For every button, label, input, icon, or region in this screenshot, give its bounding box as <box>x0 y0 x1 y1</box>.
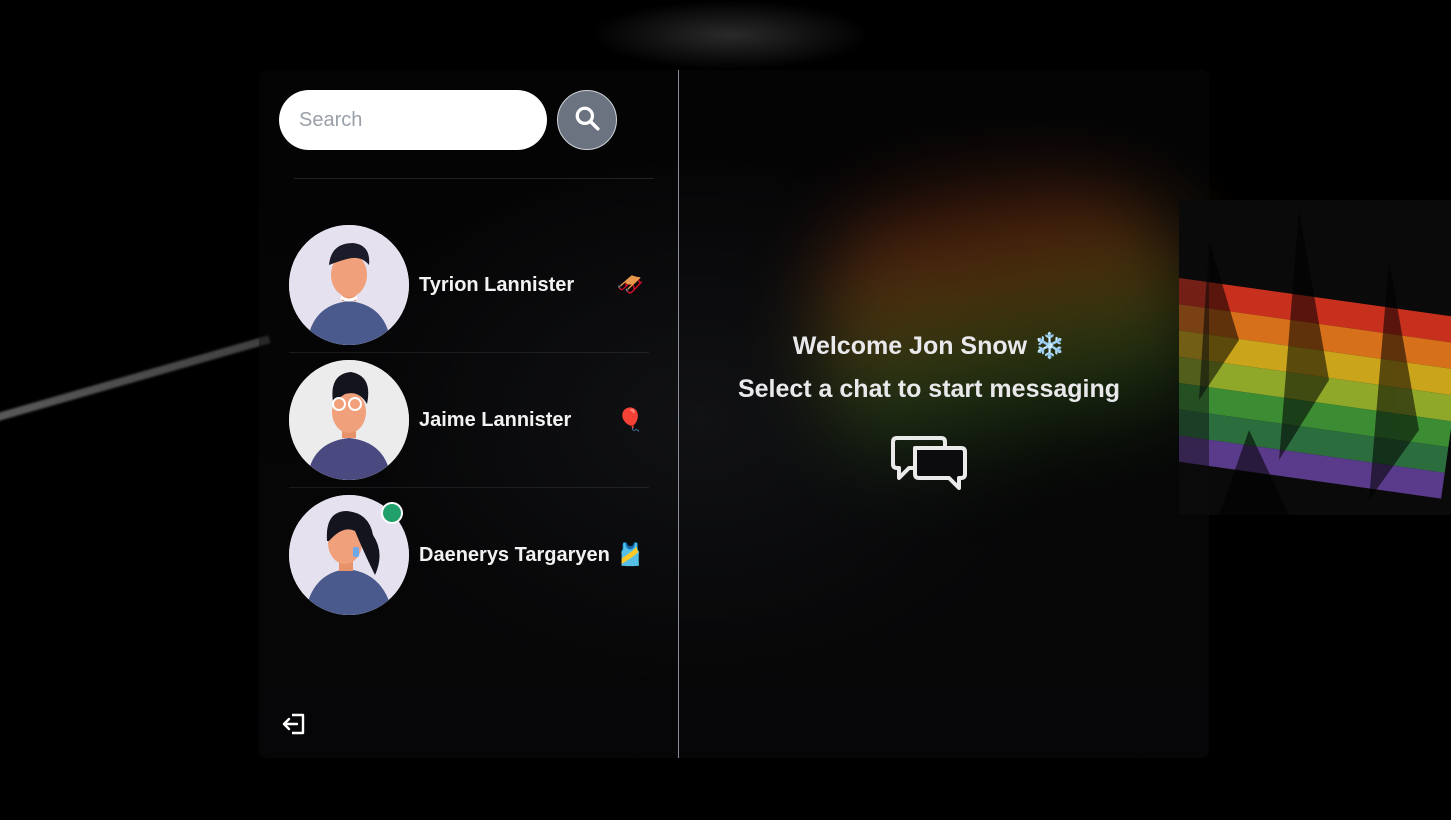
conversation-list: Tyrion Lannister 🛷 Jaime Lannister 🎈 Dae… <box>289 225 649 630</box>
online-status-indicator <box>381 502 403 524</box>
avatar <box>289 225 409 345</box>
avatar <box>289 360 409 480</box>
no-chat-selected: Welcome Jon Snow ❄️ Select a chat to sta… <box>679 332 1179 418</box>
conversation-item[interactable]: Daenerys Targaryen 🎽 <box>289 487 649 615</box>
logout-button[interactable] <box>281 710 309 738</box>
welcome-greeting: Welcome Jon Snow ❄️ <box>792 332 1066 360</box>
light-beam <box>0 335 271 426</box>
contact-name: Jaime Lannister <box>419 408 572 431</box>
contact-name: Tyrion Lannister <box>419 273 575 296</box>
conversation-item[interactable]: Tyrion Lannister 🛷 <box>289 225 649 345</box>
contact-emoji: 🎈 <box>616 407 644 432</box>
search-bar <box>279 90 617 150</box>
conversation-item[interactable]: Jaime Lannister 🎈 <box>289 352 649 480</box>
contact-emoji: 🎽 <box>616 542 644 567</box>
main-panel: Welcome Jon Snow ❄️ Select a chat to sta… <box>679 70 1209 758</box>
divider <box>294 178 654 179</box>
contact-name: Daenerys Targaryen <box>419 543 610 566</box>
search-button[interactable] <box>557 90 617 150</box>
contact-emoji: 🛷 <box>616 272 644 297</box>
logout-icon <box>281 713 309 742</box>
chat-app-window: Tyrion Lannister 🛷 <box>259 70 1209 758</box>
welcome-subtitle: Select a chat to start messaging <box>737 375 1121 403</box>
search-icon <box>574 105 600 136</box>
chat-bubbles-icon <box>891 434 969 496</box>
top-haze <box>590 0 870 70</box>
sidebar: Tyrion Lannister 🛷 <box>259 70 679 758</box>
search-input[interactable] <box>279 90 547 150</box>
rainbow-prism-image <box>1179 200 1451 515</box>
